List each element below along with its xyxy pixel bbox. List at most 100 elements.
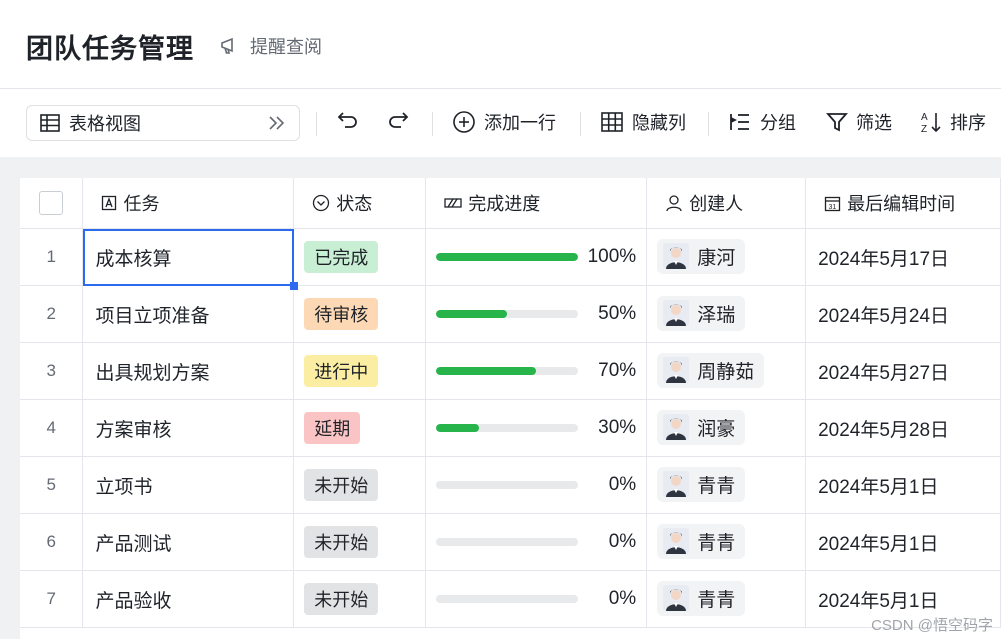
- task-cell[interactable]: 方案审核: [82, 399, 295, 457]
- select-all-checkbox[interactable]: [39, 191, 64, 215]
- progress-bar: [436, 481, 579, 489]
- updated-cell[interactable]: 2024年5月27日: [805, 342, 1001, 400]
- progress-percent: 30%: [598, 417, 637, 438]
- add-row-label: 添加一行: [484, 113, 556, 133]
- avatar-icon: [663, 300, 690, 327]
- redo-button[interactable]: [386, 109, 418, 131]
- status-cell[interactable]: 延期: [293, 399, 427, 457]
- person-chip[interactable]: 周静茹: [657, 352, 765, 388]
- person-chip[interactable]: 青青: [657, 466, 746, 502]
- table-row[interactable]: 3 出具规划方案 进行中 70% 周静茹 2024年5月27日: [20, 342, 1001, 400]
- filter-button[interactable]: 筛选: [826, 109, 892, 135]
- avatar-icon: [663, 471, 690, 498]
- table-row[interactable]: 1 成本核算 已完成 100% 康河 2024年5月17日: [20, 228, 1001, 290]
- creator-cell[interactable]: 青青: [646, 570, 807, 628]
- updated-cell[interactable]: 2024年5月1日: [805, 513, 1001, 571]
- view-selector[interactable]: 表格视图: [26, 105, 300, 141]
- row-number: 5: [20, 456, 84, 514]
- table-row[interactable]: 7 产品验收 未开始 0% 青青 2024年5月1日: [20, 570, 1001, 628]
- person-chip[interactable]: 青青: [657, 580, 746, 616]
- progress-cell[interactable]: 0%: [425, 513, 648, 571]
- person-chip[interactable]: 康河: [657, 238, 746, 274]
- updated-cell[interactable]: 2024年5月28日: [805, 399, 1001, 457]
- updated-date: 2024年5月1日: [818, 590, 939, 612]
- task-name: 立项书: [95, 476, 153, 498]
- progress-fill: [436, 424, 479, 432]
- person-name: 润豪: [697, 418, 736, 440]
- task-cell[interactable]: 成本核算: [82, 228, 299, 290]
- progress-cell[interactable]: 0%: [425, 570, 648, 628]
- fill-handle[interactable]: [290, 282, 299, 290]
- table-row[interactable]: 2 项目立项准备 待审核 50% 泽瑞 2024年5月24日: [20, 285, 1001, 343]
- creator-cell[interactable]: 周静茹: [646, 342, 807, 400]
- hide-columns-button[interactable]: 隐藏列: [600, 109, 686, 135]
- column-header-creator[interactable]: 创建人: [646, 178, 807, 229]
- sort-button[interactable]: A Z 排序: [920, 109, 986, 135]
- avatar-icon: [663, 357, 690, 384]
- table-row[interactable]: 6 产品测试 未开始 0% 青青 2024年5月1日: [20, 513, 1001, 571]
- view-label: 表格视图: [69, 114, 141, 134]
- redo-icon: [389, 112, 409, 128]
- table-row[interactable]: 5 立项书 未开始 0% 青青 2024年5月1日: [20, 456, 1001, 514]
- undo-button[interactable]: [336, 109, 368, 131]
- task-cell[interactable]: 项目立项准备: [82, 285, 295, 343]
- task-cell[interactable]: 立项书: [82, 456, 295, 514]
- progress-percent: 0%: [608, 474, 637, 495]
- creator-cell[interactable]: 润豪: [646, 399, 807, 457]
- status-cell[interactable]: 进行中: [293, 342, 427, 400]
- watermark: CSDN @悟空码字: [871, 617, 993, 634]
- progress-cell[interactable]: 0%: [425, 456, 648, 514]
- updated-date: 2024年5月17日: [818, 248, 950, 270]
- status-badge: 已完成: [304, 241, 379, 273]
- status-cell[interactable]: 未开始: [293, 456, 427, 514]
- top-header: 团队任务管理 提醒查阅: [0, 0, 1001, 88]
- progress-cell[interactable]: 70%: [425, 342, 648, 400]
- person-name: 青青: [697, 475, 736, 497]
- table-row[interactable]: 4 方案审核 延期 30% 润豪 2024年5月28日: [20, 399, 1001, 457]
- creator-cell[interactable]: 青青: [646, 456, 807, 514]
- group-icon: [730, 114, 749, 130]
- person-chip[interactable]: 泽瑞: [657, 295, 746, 331]
- person-chip[interactable]: 青青: [657, 523, 746, 559]
- person-name: 青青: [697, 532, 736, 554]
- avatar-icon: [663, 243, 690, 270]
- progress-cell[interactable]: 50%: [425, 285, 648, 343]
- updated-cell[interactable]: 2024年5月1日: [805, 456, 1001, 514]
- task-cell[interactable]: 产品验收: [82, 570, 295, 628]
- add-row-button[interactable]: 添加一行: [452, 109, 556, 135]
- creator-cell[interactable]: 青青: [646, 513, 807, 571]
- task-cell[interactable]: 出具规划方案: [82, 342, 295, 400]
- column-header-status[interactable]: 状态: [293, 178, 427, 229]
- toolbar-separator: [432, 112, 433, 136]
- updated-cell[interactable]: 2024年5月24日: [805, 285, 1001, 343]
- status-cell[interactable]: 未开始: [293, 570, 427, 628]
- task-table: 任务 状态 完成进度 创建人 31 最后编辑时间 1 成本核算 已完成 100% 康河 2…: [20, 178, 1001, 628]
- updated-date: 2024年5月1日: [818, 476, 939, 498]
- updated-date: 2024年5月24日: [818, 305, 950, 327]
- megaphone-icon: [221, 37, 233, 54]
- column-header-updated[interactable]: 31 最后编辑时间: [805, 178, 1001, 229]
- avatar-icon: [663, 585, 690, 612]
- double-chevron-right-icon[interactable]: [267, 114, 287, 132]
- progress-cell[interactable]: 100%: [425, 228, 648, 286]
- creator-cell[interactable]: 泽瑞: [646, 285, 807, 343]
- avatar: [663, 471, 690, 498]
- task-cell[interactable]: 产品测试: [82, 513, 295, 571]
- reminder-button[interactable]: 提醒查阅: [220, 33, 322, 59]
- svg-text:31: 31: [829, 204, 837, 211]
- toolbar-separator: [316, 112, 317, 136]
- group-button[interactable]: 分组: [728, 109, 796, 135]
- column-header-task[interactable]: 任务: [82, 178, 295, 229]
- status-cell[interactable]: 未开始: [293, 513, 427, 571]
- updated-cell[interactable]: 2024年5月17日: [805, 228, 1001, 286]
- progress-percent: 70%: [598, 360, 637, 381]
- status-cell[interactable]: 已完成: [293, 228, 427, 286]
- column-header-progress[interactable]: 完成进度: [425, 178, 648, 229]
- person-chip[interactable]: 润豪: [657, 409, 746, 445]
- status-badge: 延期: [304, 412, 361, 444]
- creator-cell[interactable]: 康河: [646, 228, 807, 286]
- progress-bar: [436, 253, 579, 261]
- status-cell[interactable]: 待审核: [293, 285, 427, 343]
- progress-cell[interactable]: 30%: [425, 399, 648, 457]
- toolbar-separator: [580, 112, 581, 136]
